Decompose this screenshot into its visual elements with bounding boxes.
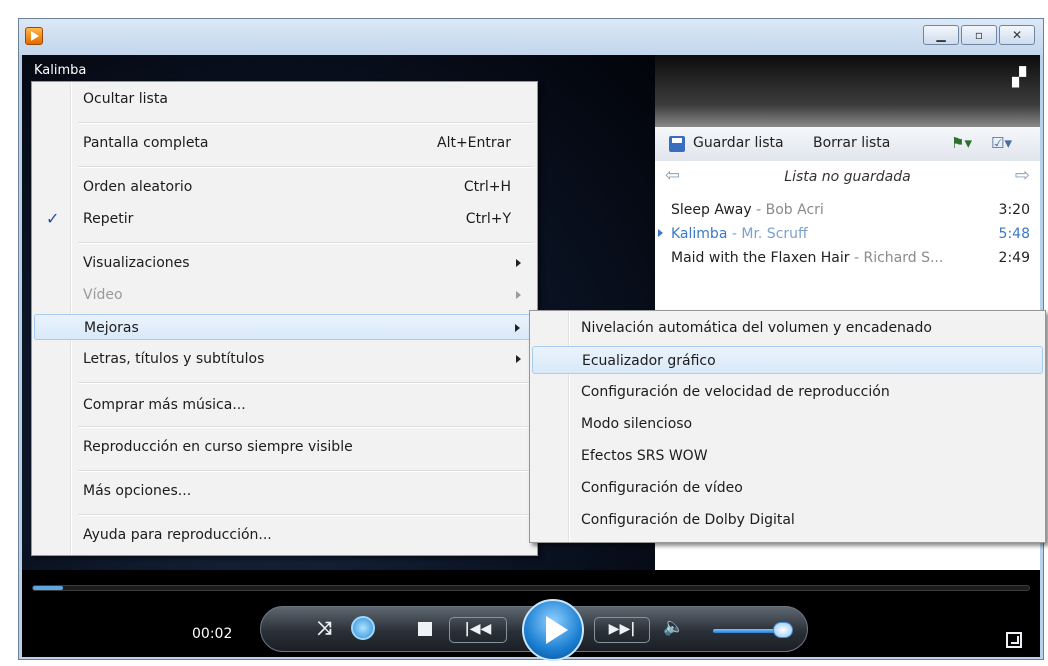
- menu-item-enhancements[interactable]: Mejoras: [34, 314, 535, 340]
- menu-item-always-on-top[interactable]: Reproducción en curso siempre visible: [34, 434, 535, 460]
- submenu-item-srs-wow[interactable]: Efectos SRS WOW: [532, 442, 1043, 470]
- checkmark-icon: ✓: [46, 209, 60, 228]
- playlist-track[interactable]: Maid with the Flaxen Hair - Richard S...…: [655, 247, 1040, 271]
- minimize-icon: ▁: [936, 28, 946, 42]
- next-button[interactable]: ▶▶|: [594, 617, 650, 643]
- submenu-arrow-icon: [516, 259, 521, 267]
- track-duration: 2:49: [998, 250, 1030, 266]
- track-title: Maid with the Flaxen Hair: [671, 250, 850, 266]
- playlist-toolbar: Guardar lista Borrar lista ⚑▾ ☑▾: [655, 127, 1040, 161]
- playback-controls: ⤨ |◀◀ ▶▶| 🔈: [260, 599, 808, 661]
- submenu-item-quiet-mode[interactable]: Modo silencioso: [532, 410, 1043, 438]
- list-options-icon[interactable]: ☑▾: [991, 134, 1012, 152]
- submenu-item-graphic-equalizer[interactable]: Ecualizador gráfico: [532, 346, 1043, 374]
- seek-progress: [33, 586, 63, 590]
- menu-item-video: Vídeo: [34, 282, 535, 308]
- menu-separator: [78, 122, 533, 124]
- menu-separator: [78, 242, 533, 244]
- title-bar[interactable]: ▁ ▫ ✕: [19, 19, 1043, 55]
- menu-item-hide-list[interactable]: Ocultar lista: [34, 86, 535, 112]
- elapsed-time: 00:02: [192, 626, 233, 642]
- playlist-options-icon[interactable]: ⚑▾: [951, 134, 972, 152]
- play-button[interactable]: [522, 599, 584, 661]
- window-controls: ▁ ▫ ✕: [923, 25, 1035, 45]
- track-artist: - Mr. Scruff: [727, 226, 808, 242]
- track-duration: 3:20: [998, 202, 1030, 218]
- menu-item-full-screen[interactable]: Pantalla completa Alt+Entrar: [34, 130, 535, 156]
- minimize-button[interactable]: ▁: [923, 25, 959, 45]
- submenu-item-video-settings[interactable]: Configuración de vídeo: [532, 474, 1043, 502]
- stop-icon[interactable]: [418, 622, 432, 636]
- track-duration: 5:48: [998, 226, 1030, 242]
- track-title: Kalimba: [671, 226, 728, 242]
- menu-item-lyrics-captions[interactable]: Letras, títulos y subtítulos: [34, 346, 535, 372]
- save-list-button[interactable]: Guardar lista: [693, 135, 784, 151]
- media-player-icon[interactable]: [25, 27, 43, 45]
- now-playing-title: Kalimba: [34, 63, 87, 78]
- close-icon: ✕: [1011, 28, 1023, 42]
- maximize-icon: ▫: [974, 28, 984, 42]
- shuffle-icon[interactable]: ⤨: [317, 620, 331, 638]
- submenu-arrow-icon: [515, 324, 520, 332]
- clear-list-button[interactable]: Borrar lista: [813, 135, 890, 151]
- close-button[interactable]: ✕: [999, 25, 1035, 45]
- playlist-track-playing[interactable]: Kalimba - Mr. Scruff 5:48: [655, 223, 1040, 247]
- back-arrow-icon[interactable]: ⇦: [665, 165, 680, 186]
- menu-item-visualizations[interactable]: Visualizaciones: [34, 250, 535, 276]
- playlist-track[interactable]: Sleep Away - Bob Acri 3:20: [655, 199, 1040, 223]
- volume-icon[interactable]: 🔈: [663, 619, 684, 636]
- track-artist: - Bob Acri: [751, 202, 824, 218]
- next-icon: ▶▶|: [608, 621, 636, 637]
- track-artist: - Richard S...: [849, 250, 944, 266]
- playlist-header: ▞: [655, 55, 1040, 127]
- submenu-arrow-icon: [516, 355, 521, 363]
- menu-item-shuffle[interactable]: Orden aleatorio Ctrl+H: [34, 174, 535, 200]
- context-menu: Ocultar lista Pantalla completa Alt+Entra…: [31, 81, 538, 556]
- volume-slider-knob[interactable]: [773, 622, 793, 638]
- enhancements-submenu: Nivelación automática del volumen y enca…: [529, 310, 1046, 543]
- menu-separator: [78, 382, 533, 384]
- menu-item-playback-help[interactable]: Ayuda para reproducción...: [34, 522, 535, 548]
- maximize-button[interactable]: ▫: [961, 25, 997, 45]
- menu-separator: [78, 470, 533, 472]
- track-title: Sleep Away: [671, 202, 752, 218]
- repeat-icon[interactable]: [351, 616, 375, 640]
- menu-item-repeat[interactable]: ✓ Repetir Ctrl+Y: [34, 206, 535, 232]
- submenu-item-auto-volume-crossfade[interactable]: Nivelación automática del volumen y enca…: [532, 314, 1043, 342]
- menu-separator: [78, 426, 533, 428]
- menu-separator: [78, 514, 533, 516]
- forward-arrow-icon[interactable]: ⇨: [1015, 165, 1030, 186]
- submenu-item-dolby-digital[interactable]: Configuración de Dolby Digital: [532, 506, 1043, 534]
- layout-switch-icon[interactable]: ▞: [1012, 67, 1026, 88]
- list-navigation: ⇦ Lista no guardada ⇨: [655, 163, 1040, 193]
- now-playing-icon: [658, 229, 663, 237]
- submenu-arrow-icon: [516, 291, 521, 299]
- previous-button[interactable]: |◀◀: [449, 617, 507, 643]
- submenu-item-play-speed-settings[interactable]: Configuración de velocidad de reproducci…: [532, 378, 1043, 406]
- menu-item-buy-music[interactable]: Comprar más música...: [34, 392, 535, 418]
- previous-icon: |◀◀: [464, 621, 492, 637]
- menu-separator: [78, 166, 533, 168]
- switch-to-library-icon[interactable]: [1006, 632, 1022, 648]
- seek-bar[interactable]: [32, 585, 1030, 591]
- save-icon[interactable]: [669, 136, 685, 152]
- playlist-name: Lista no guardada: [784, 169, 911, 185]
- menu-item-more-options[interactable]: Más opciones...: [34, 478, 535, 504]
